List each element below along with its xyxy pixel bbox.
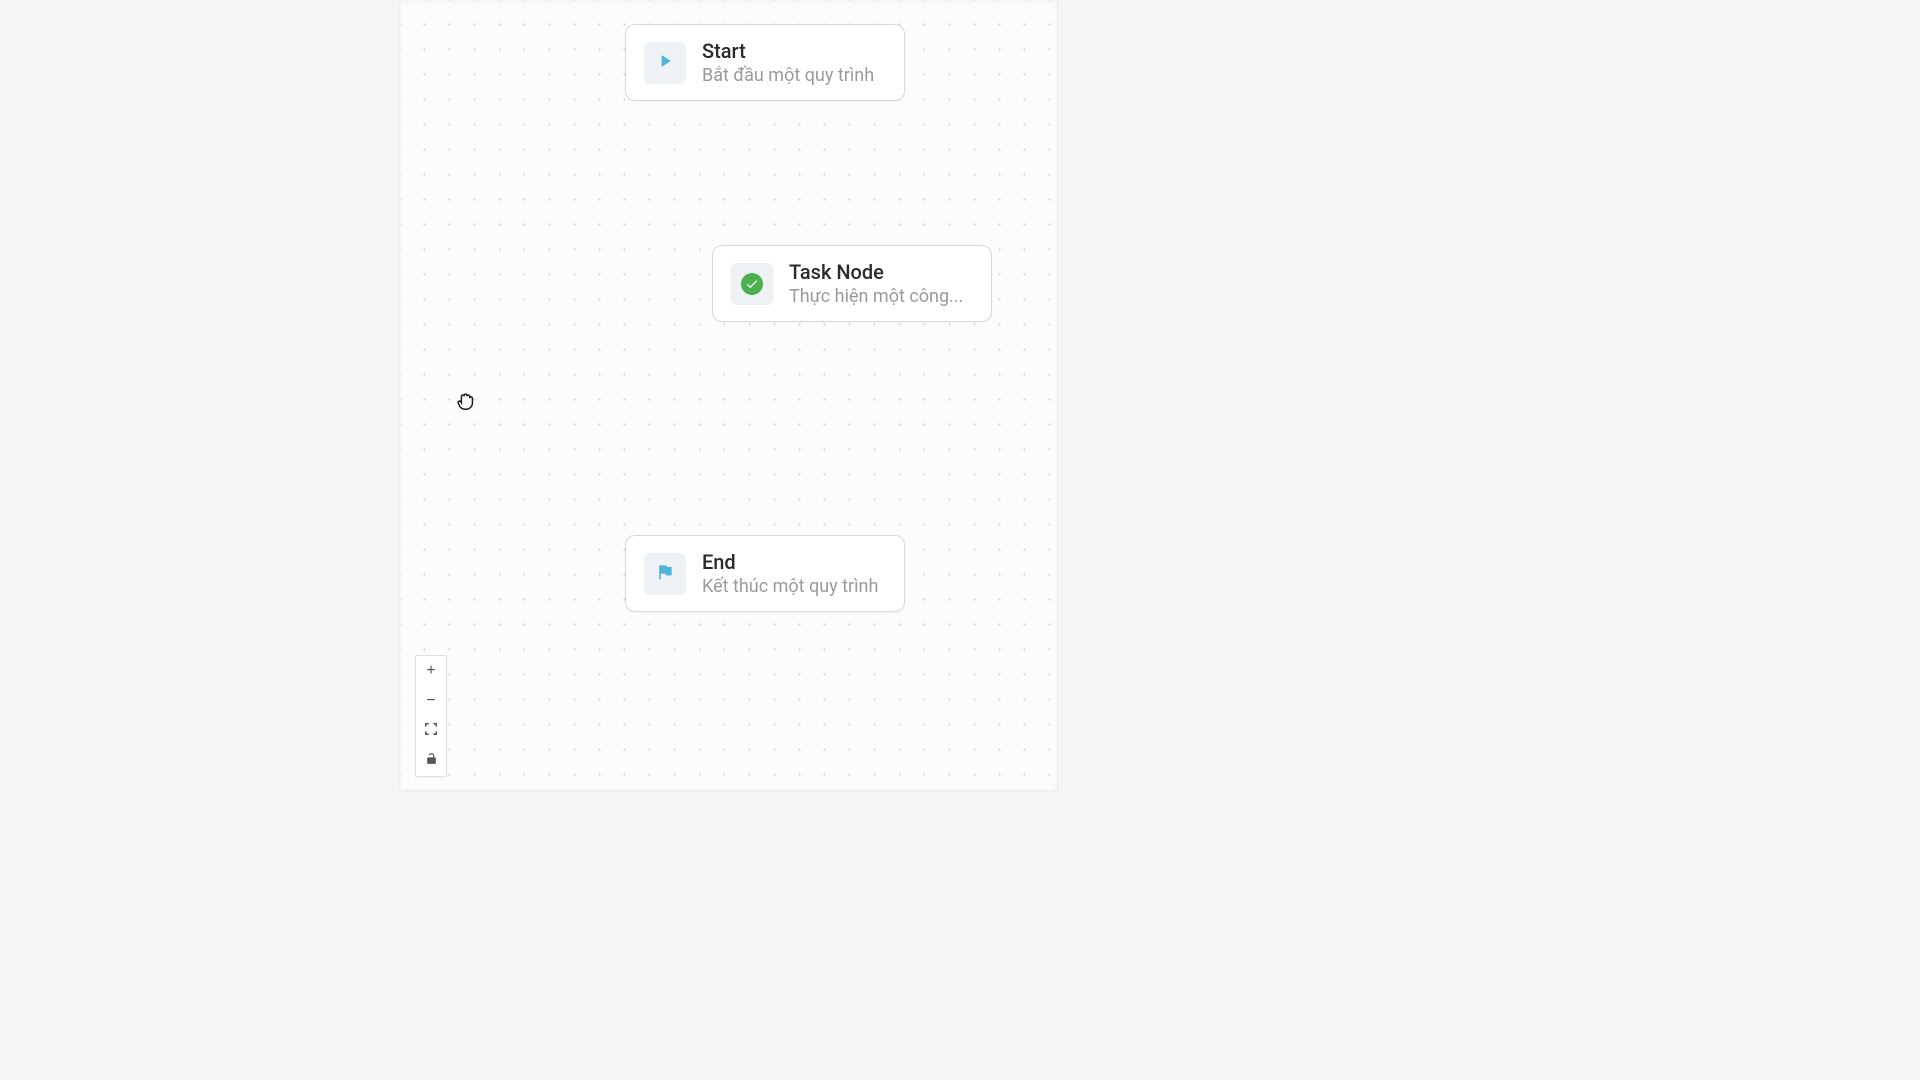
fit-view-icon (424, 722, 438, 741)
task-icon-box (731, 263, 773, 305)
node-task-title: Task Node (789, 260, 963, 284)
zoom-in-button[interactable]: + (416, 656, 446, 686)
flag-icon (655, 562, 675, 586)
node-start-title: Start (702, 39, 874, 63)
node-task-text: Task Node Thực hiện một công... (789, 260, 963, 307)
node-task-subtitle: Thực hiện một công... (789, 286, 963, 307)
node-start[interactable]: Start Bắt đầu một quy trình (625, 24, 905, 101)
lock-button[interactable] (416, 746, 446, 776)
node-task[interactable]: Task Node Thực hiện một công... (712, 245, 992, 322)
node-start-text: Start Bắt đầu một quy trình (702, 39, 874, 86)
node-end-text: End Kết thúc một quy trình (702, 550, 878, 597)
flow-canvas[interactable]: Start Bắt đầu một quy trình Task Node Th… (400, 0, 1057, 790)
canvas-controls: + − (415, 655, 447, 777)
minus-icon: − (426, 692, 435, 710)
fit-view-button[interactable] (416, 716, 446, 746)
node-end[interactable]: End Kết thúc một quy trình (625, 535, 905, 612)
play-icon (655, 51, 675, 75)
end-icon-box (644, 553, 686, 595)
plus-icon: + (426, 662, 435, 680)
check-circle-icon (741, 273, 763, 295)
start-icon-box (644, 42, 686, 84)
zoom-out-button[interactable]: − (416, 686, 446, 716)
unlock-icon (425, 752, 438, 770)
node-end-subtitle: Kết thúc một quy trình (702, 576, 878, 597)
node-end-title: End (702, 550, 878, 574)
node-start-subtitle: Bắt đầu một quy trình (702, 65, 874, 86)
